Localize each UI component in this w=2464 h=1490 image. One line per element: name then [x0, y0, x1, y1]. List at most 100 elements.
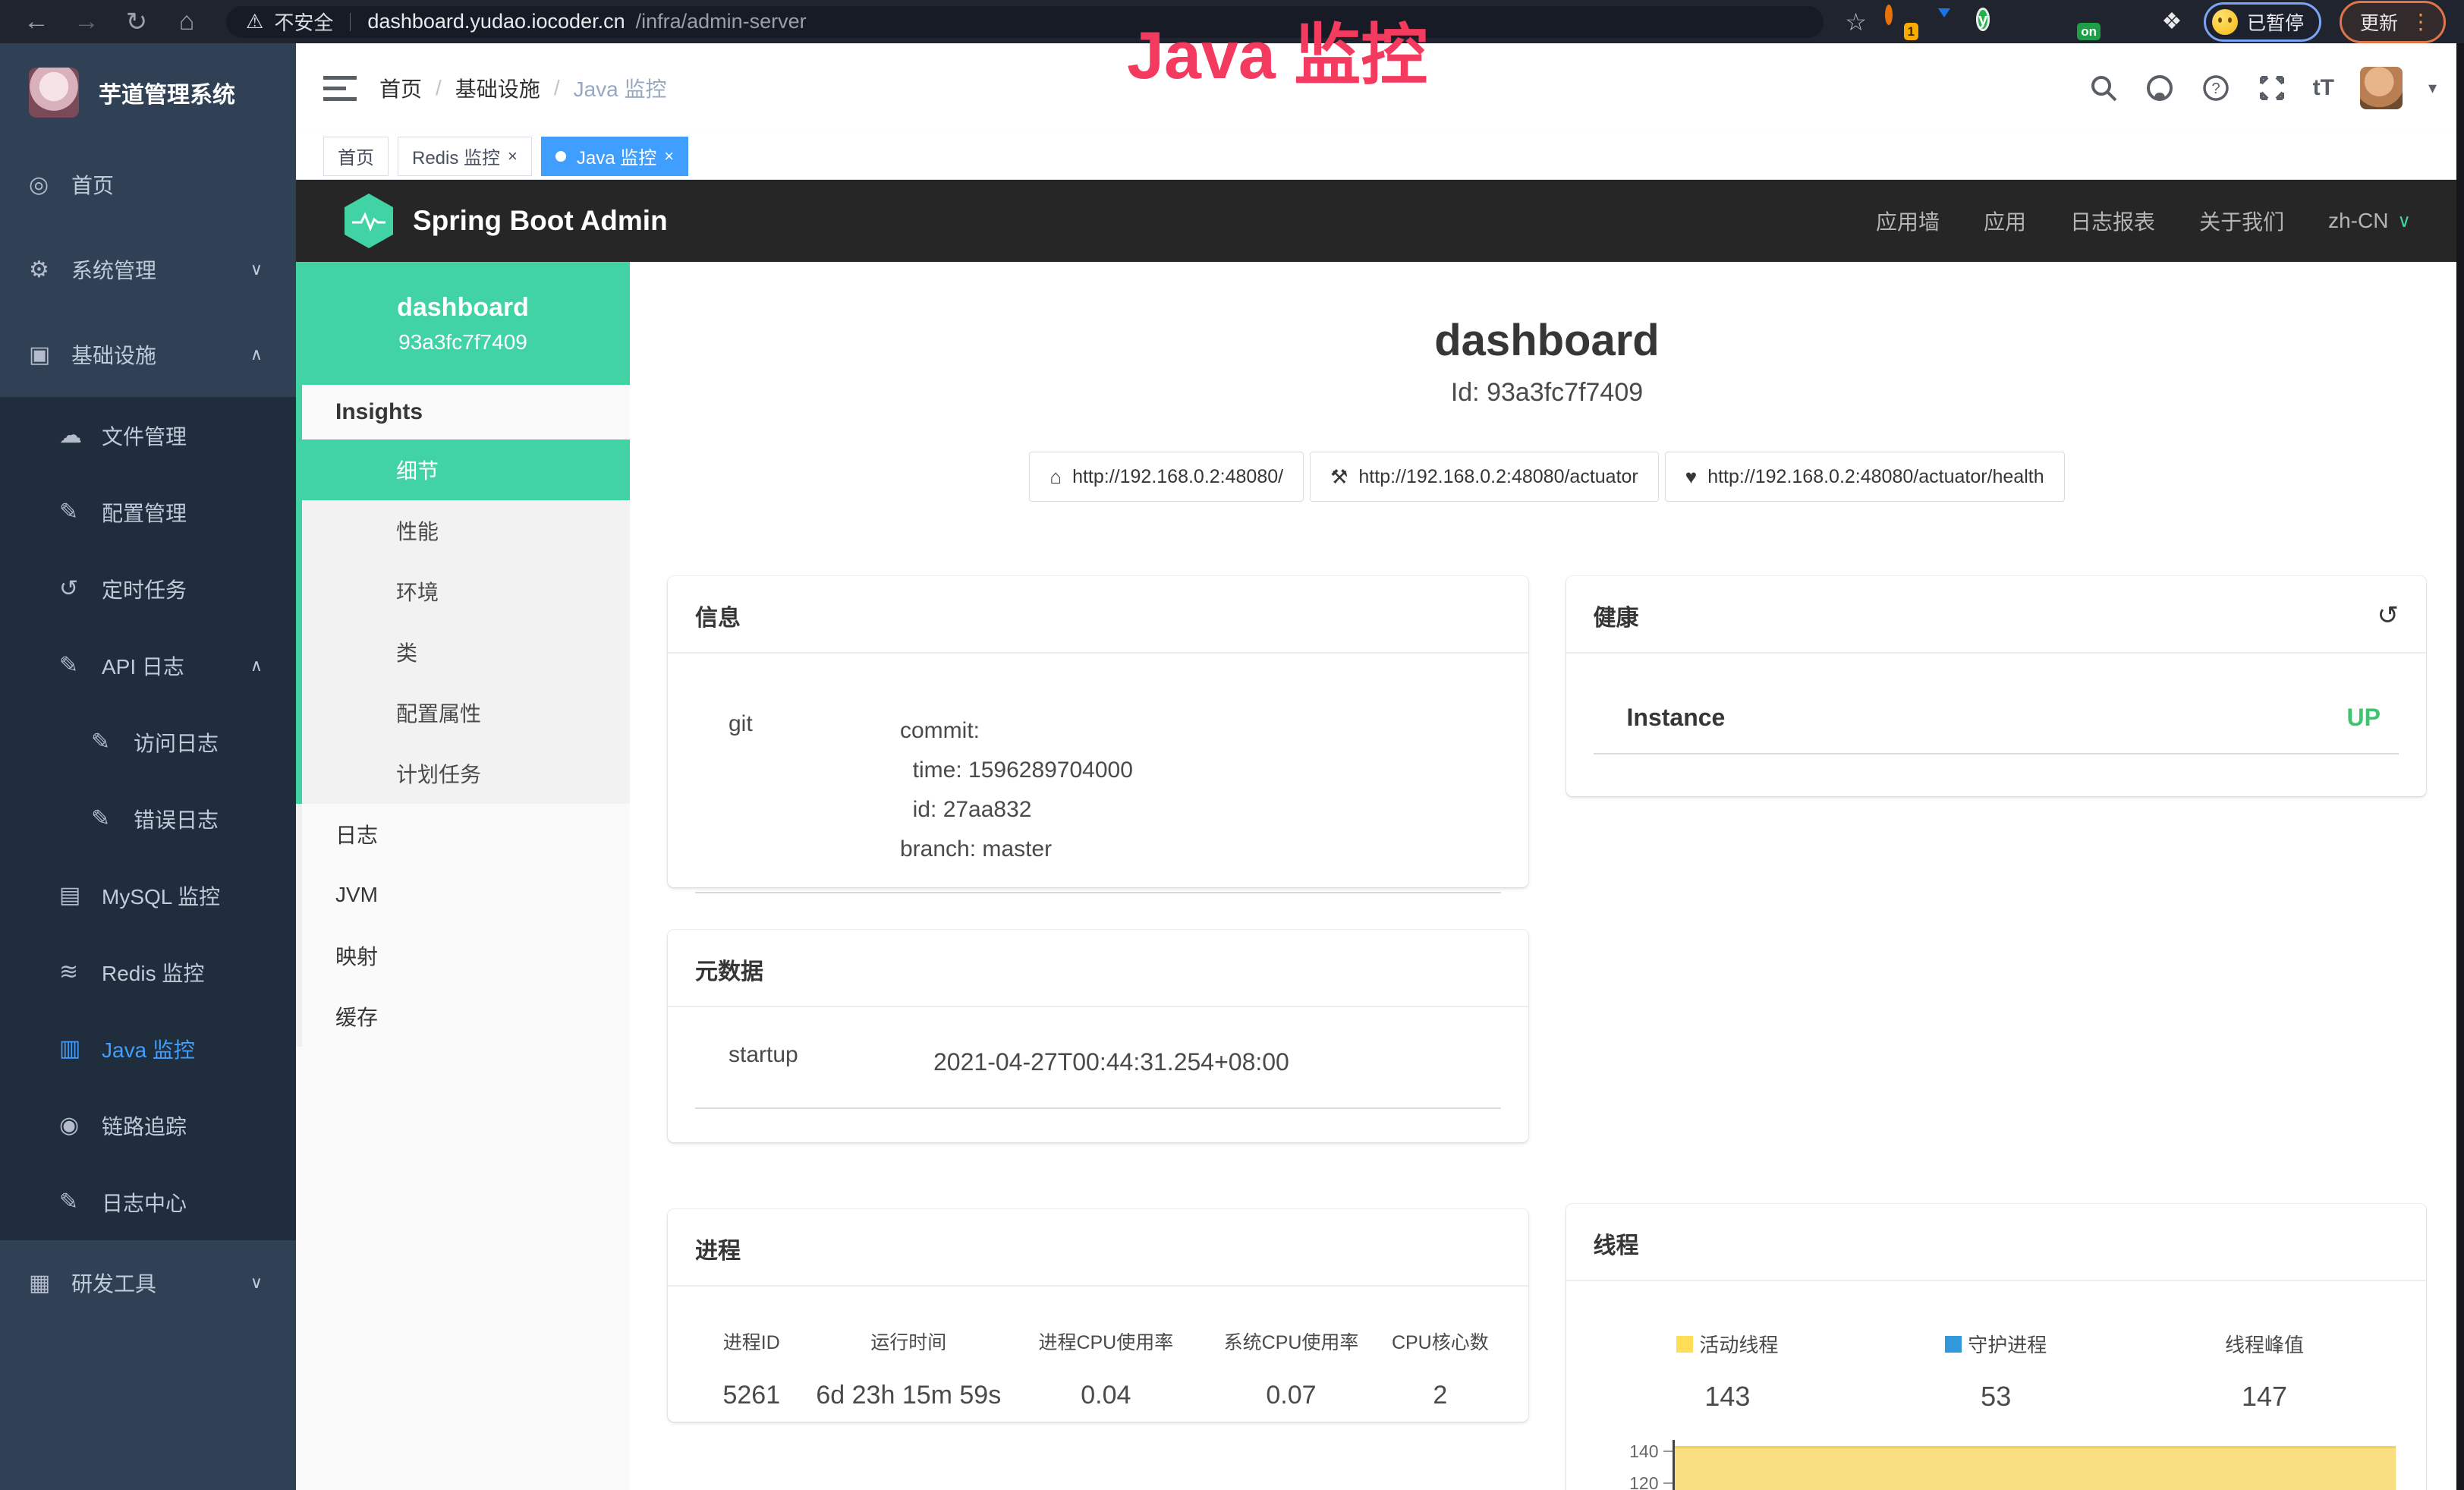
- y-tick-120: 120: [1629, 1473, 1658, 1490]
- history-icon[interactable]: ↺: [2377, 600, 2399, 631]
- chrome-update-button[interactable]: 更新 ⋮: [2340, 1, 2446, 43]
- back-icon[interactable]: ←: [18, 7, 55, 36]
- sidebar-item-label: Redis 监控: [102, 957, 263, 988]
- edit-icon: ✎: [59, 652, 102, 679]
- extension-grid-icon[interactable]: [2022, 8, 2049, 36]
- extension-leaf-icon[interactable]: [2113, 8, 2140, 36]
- sba-brand-title[interactable]: Spring Boot Admin: [413, 205, 1876, 237]
- browser-menu-kebab-icon: ⋮: [2410, 11, 2431, 33]
- profile-paused-pill[interactable]: 已暂停: [2204, 2, 2321, 42]
- sba-instance-sidebar: dashboard 93a3fc7f7409 Insights 细节 性能 环境…: [296, 262, 630, 1490]
- browser-toolbar-right: ☆ 1 y on ❖ 已暂停 更新 ⋮: [1845, 1, 2446, 43]
- info-row-label: git: [729, 711, 900, 869]
- extension-orange-icon[interactable]: 1: [1885, 8, 1912, 36]
- sidebar-item-infra[interactable]: ▣ 基础设施 ∧: [0, 312, 296, 397]
- col-cpu-cores: CPU核心数: [1380, 1328, 1500, 1355]
- metadata-startup-row: startup 2021-04-27T00:44:31.254+08:00: [695, 1042, 1501, 1109]
- sba-menu-metrics[interactable]: 性能: [302, 500, 630, 561]
- user-caret-icon[interactable]: ▾: [2428, 78, 2437, 98]
- hamburger-icon[interactable]: [323, 74, 357, 102]
- sidebar-item-java-monitor[interactable]: ▥ Java 监控: [0, 1010, 296, 1087]
- health-instance-row[interactable]: Instance UP: [1594, 704, 2399, 754]
- sidebar-item-home[interactable]: ◎ 首页: [0, 142, 296, 227]
- sidebar-item-dev-tools[interactable]: ▦ 研发工具 ∨: [0, 1240, 296, 1325]
- address-bar[interactable]: ⚠ 不安全 dashboard.yudao.iocoder.cn/infra/a…: [226, 6, 1824, 38]
- forward-icon[interactable]: →: [68, 7, 105, 36]
- toolbox-icon: ▦: [29, 1270, 71, 1296]
- sidebar-item-access-logs[interactable]: ✎ 访问日志: [0, 704, 296, 780]
- sidebar-item-tracing[interactable]: ◉ 链路追踪: [0, 1087, 296, 1164]
- breadcrumb-home[interactable]: 首页: [379, 73, 422, 103]
- extensions-puzzle-icon[interactable]: ❖: [2158, 8, 2186, 36]
- app-logo-row[interactable]: 芋道管理系统: [0, 43, 296, 142]
- sba-nav-applications[interactable]: 应用: [1984, 206, 2026, 236]
- sba-locale-select[interactable]: zh-CN ∨: [2328, 209, 2411, 233]
- health-url-button[interactable]: ♥ http://192.168.0.2:48080/actuator/heal…: [1665, 452, 2065, 502]
- service-url-button[interactable]: ⌂ http://192.168.0.2:48080/: [1029, 452, 1304, 502]
- health-url: http://192.168.0.2:48080/actuator/health: [1707, 466, 2044, 488]
- sba-menu-config-props[interactable]: 配置属性: [302, 682, 630, 743]
- sba-detail-content: dashboard Id: 93a3fc7f7409 ⌂ http://192.…: [630, 262, 2464, 1490]
- chevron-down-icon: ∨: [250, 260, 263, 279]
- extension-switch-icon[interactable]: on: [2067, 8, 2094, 36]
- github-icon[interactable]: [2145, 73, 2175, 103]
- sidebar-item-file-manage[interactable]: ☁ 文件管理: [0, 397, 296, 474]
- help-icon[interactable]: ?: [2201, 73, 2231, 103]
- sidebar-item-label: Java 监控: [102, 1034, 263, 1064]
- breadcrumb-separator: /: [554, 76, 560, 100]
- instance-links: ⌂ http://192.168.0.2:48080/ ⚒ http://192…: [668, 452, 2426, 502]
- fullscreen-icon[interactable]: [2257, 73, 2287, 103]
- page-scrollbar[interactable]: [2456, 43, 2464, 1490]
- sba-menu-caches[interactable]: 缓存: [302, 986, 630, 1047]
- address-divider: [350, 13, 351, 31]
- info-row-value: commit: time: 1596289704000 id: 27aa832 …: [900, 711, 1483, 869]
- health-status-badge: UP: [2347, 704, 2381, 732]
- search-icon[interactable]: [2088, 73, 2119, 103]
- live-threads-value: 143: [1594, 1381, 1862, 1413]
- sidebar-item-config-manage[interactable]: ✎ 配置管理: [0, 474, 296, 550]
- sidebar-item-error-logs[interactable]: ✎ 错误日志: [0, 780, 296, 857]
- sba-menu-loggers[interactable]: 日志: [302, 804, 630, 865]
- sidebar-item-scheduled-jobs[interactable]: ↺ 定时任务: [0, 550, 296, 627]
- sba-nav-wallboard[interactable]: 应用墙: [1876, 206, 1940, 236]
- sidebar-item-system[interactable]: ⚙ 系统管理 ∨: [0, 227, 296, 312]
- tag-close-icon[interactable]: ×: [508, 146, 518, 166]
- sidebar-item-mysql-monitor[interactable]: ▤ MySQL 监控: [0, 857, 296, 934]
- sidebar-item-redis-monitor[interactable]: ≋ Redis 监控: [0, 934, 296, 1010]
- breadcrumb-current: Java 监控: [574, 73, 667, 103]
- bookmark-star-icon[interactable]: ☆: [1845, 8, 1867, 36]
- sba-menu-scheduled-tasks[interactable]: 计划任务: [302, 743, 630, 804]
- tags-view-bar: 首页 Redis 监控 × Java 监控 ×: [296, 133, 2464, 180]
- instance-header[interactable]: dashboard 93a3fc7f7409: [296, 262, 630, 385]
- sba-menu-classes[interactable]: 类: [302, 622, 630, 682]
- paused-label: 已暂停: [2247, 8, 2304, 36]
- insights-section-label[interactable]: Insights: [302, 385, 630, 439]
- actuator-url-button[interactable]: ⚒ http://192.168.0.2:48080/actuator: [1310, 452, 1659, 502]
- sidebar-item-api-logs[interactable]: ✎ API 日志 ∧: [0, 627, 296, 704]
- reload-icon[interactable]: ↻: [118, 7, 155, 37]
- home-icon[interactable]: ⌂: [168, 7, 205, 36]
- sba-menu-mappings[interactable]: 映射: [302, 925, 630, 986]
- sba-nav-journal[interactable]: 日志报表: [2070, 206, 2155, 236]
- user-avatar[interactable]: [2360, 67, 2403, 109]
- tag-home[interactable]: 首页: [323, 137, 389, 176]
- sidebar-item-label: 研发工具: [71, 1268, 250, 1298]
- daemon-threads-swatch: [1945, 1336, 1962, 1353]
- chevron-up-icon: ∧: [250, 345, 263, 364]
- annotation-java-monitor: Java 监控: [1127, 2, 1427, 98]
- tag-java-monitor[interactable]: Java 监控 ×: [541, 137, 688, 176]
- font-size-icon[interactable]: tT: [2313, 75, 2334, 101]
- extension-pin-icon[interactable]: [1931, 8, 1958, 36]
- sba-menu-jvm[interactable]: JVM: [302, 865, 630, 925]
- extension-y-icon[interactable]: y: [1976, 8, 2003, 36]
- monitor-icon: ▣: [29, 342, 71, 368]
- tag-redis-monitor[interactable]: Redis 监控 ×: [398, 137, 532, 176]
- sba-menu-environment[interactable]: 环境: [302, 561, 630, 622]
- breadcrumb-infra[interactable]: 基础设施: [455, 73, 540, 103]
- sba-menu-details[interactable]: 细节: [302, 439, 630, 500]
- sidebar-item-log-center[interactable]: ✎ 日志中心: [0, 1164, 296, 1240]
- tag-close-icon[interactable]: ×: [664, 146, 674, 166]
- val-uptime: 6d 23h 15m 59s: [808, 1381, 1009, 1410]
- sba-nav-about[interactable]: 关于我们: [2199, 206, 2284, 236]
- url-path: /infra/admin-server: [636, 10, 807, 33]
